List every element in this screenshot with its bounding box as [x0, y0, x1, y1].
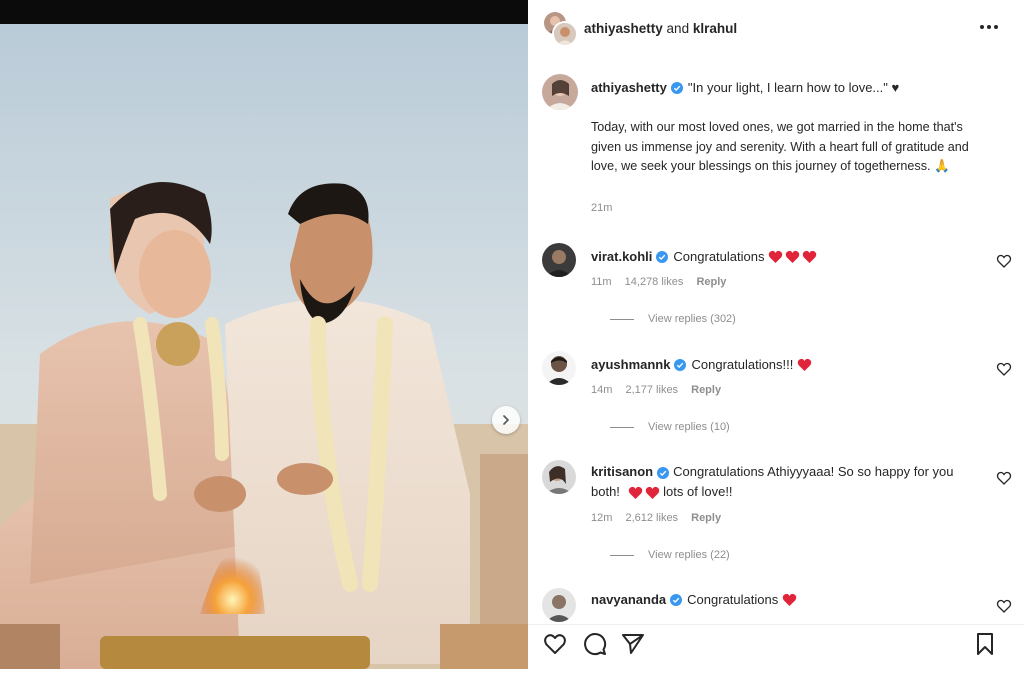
view-replies-button[interactable]: View replies (10) [610, 421, 730, 433]
heart-outline-icon[interactable] [996, 361, 1012, 377]
like-button[interactable] [542, 631, 568, 657]
red-heart-icon [769, 250, 783, 263]
comment-time: 14m [591, 384, 613, 396]
carousel-next-button[interactable] [492, 406, 520, 434]
comment-time: 11m [591, 276, 612, 288]
verified-badge-icon [657, 466, 670, 479]
comment-time: 12m [591, 512, 613, 524]
replies-divider [610, 426, 634, 428]
comment-line: navyananda Congratulations [591, 592, 797, 607]
owner-username[interactable]: athiyashetty [584, 21, 663, 36]
red-hearts [628, 486, 660, 500]
red-hearts [797, 358, 812, 372]
caption-timestamp: 21m [591, 202, 613, 214]
avatar[interactable] [542, 351, 576, 385]
collab-avatars[interactable] [542, 10, 578, 47]
comment: navyananda Congratulations [542, 588, 1012, 622]
comment-likes[interactable]: 2,612 likes [625, 512, 678, 524]
replies-divider [610, 318, 634, 320]
verified-badge-icon [674, 358, 687, 371]
comment-text: Congratulations!!! [691, 357, 794, 372]
comment-line: kritisanon Congratulations Athiyyyaaa! So… [591, 462, 986, 502]
bookmark-icon [977, 633, 993, 655]
comment-meta: 12m 2,612 likes Reply [591, 512, 731, 524]
reply-button[interactable]: Reply [691, 384, 721, 396]
heart-outline-icon [544, 634, 566, 654]
red-hearts [768, 250, 817, 264]
caption-username[interactable]: athiyashetty [591, 80, 667, 95]
comment-likes[interactable]: 2,177 likes [625, 384, 678, 396]
avatar[interactable] [542, 588, 576, 622]
view-replies-button[interactable]: View replies (22) [610, 549, 730, 561]
avatar[interactable] [542, 243, 576, 277]
view-replies-button[interactable]: View replies (302) [610, 313, 736, 325]
more-options-button[interactable] [974, 14, 1004, 40]
comment-icon [584, 633, 607, 656]
comment-text: Congratulations [673, 249, 765, 264]
post-photo[interactable] [0, 24, 528, 669]
caption-quote: "In your light, I learn how to love..." … [687, 80, 900, 95]
owners-joiner: and [666, 20, 690, 36]
red-heart-icon [786, 250, 800, 263]
comment-username[interactable]: ayushmannk [591, 357, 670, 372]
red-hearts [782, 593, 797, 607]
share-icon [622, 634, 644, 654]
view-replies-label: View replies (10) [648, 421, 730, 433]
post-panel: athiyashetty and klrahul athiyashetty "I… [528, 0, 1024, 683]
caption-first-line: athiyashetty "In your light, I learn how… [591, 80, 899, 95]
post-header: athiyashetty and klrahul [528, 0, 1024, 56]
comment-line: ayushmannk Congratulations!!! [591, 357, 812, 372]
avatar[interactable] [552, 21, 578, 47]
heart-outline-icon[interactable] [996, 253, 1012, 269]
chevron-right-icon [503, 415, 510, 425]
owner-username[interactable]: klrahul [693, 21, 737, 36]
red-heart-icon [645, 486, 659, 499]
red-heart-icon [782, 593, 797, 606]
post-action-bar [528, 624, 1024, 664]
comment-meta: 14m 2,177 likes Reply [591, 384, 731, 396]
reply-button[interactable]: Reply [696, 276, 726, 288]
comment-meta: 11m 14,278 likes Reply [591, 276, 736, 288]
comment-text: lots of love!! [663, 484, 733, 499]
view-replies-label: View replies (22) [648, 549, 730, 561]
comment-likes[interactable]: 14,278 likes [625, 276, 684, 288]
view-replies-label: View replies (302) [648, 313, 736, 325]
verified-badge-icon [656, 250, 669, 263]
post-owners: athiyashetty and klrahul [584, 21, 737, 36]
media-bottom-strip [0, 669, 528, 683]
replies-divider [610, 554, 634, 556]
comment-line: virat.kohli Congratulations [591, 249, 817, 264]
comment-username[interactable]: virat.kohli [591, 249, 652, 264]
caption-body: Today, with our most loved ones, we got … [591, 120, 969, 174]
heart-outline-icon[interactable] [996, 470, 1012, 486]
share-button[interactable] [620, 631, 646, 657]
verified-badge-icon [670, 593, 683, 606]
more-horizontal-icon [980, 25, 998, 29]
save-button[interactable] [972, 631, 998, 657]
comment-username[interactable]: kritisanon [591, 464, 653, 479]
media-top-bar [0, 0, 528, 24]
avatar[interactable] [542, 460, 576, 494]
avatar[interactable] [542, 74, 578, 110]
comment-text: Congratulations [687, 592, 779, 607]
reply-button[interactable]: Reply [691, 512, 721, 524]
red-heart-icon [803, 250, 817, 263]
verified-badge-icon [670, 81, 683, 94]
wedding-photo-illustration [0, 24, 528, 669]
red-heart-icon [628, 486, 642, 499]
comment-button[interactable] [582, 631, 608, 657]
red-heart-icon [798, 358, 812, 371]
comment-username[interactable]: navyananda [591, 592, 666, 607]
heart-outline-icon[interactable] [996, 598, 1012, 614]
